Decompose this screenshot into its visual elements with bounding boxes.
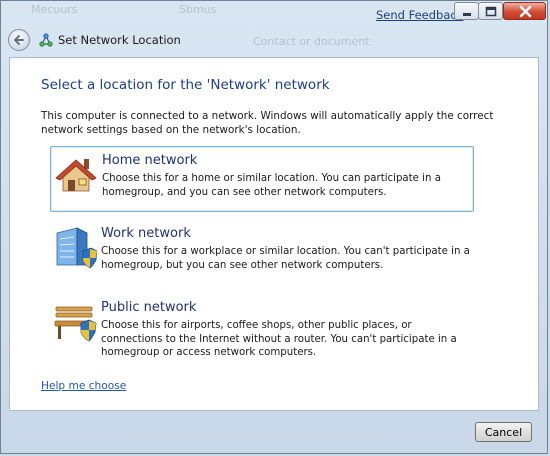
option-description: Choose this for airports, coffee shops, …: [101, 320, 457, 358]
house-icon: [55, 159, 97, 192]
public-network-option[interactable]: Public network Choose this for airports,…: [50, 294, 474, 360]
option-title: Home network: [102, 153, 198, 168]
cancel-button[interactable]: Cancel: [475, 422, 532, 442]
help-me-choose-link[interactable]: Help me choose: [41, 380, 126, 392]
park-bench-shield-icon: [54, 306, 97, 342]
work-network-option[interactable]: Work network Choose this for a workplace…: [50, 220, 474, 286]
send-feedback-link[interactable]: Send Feedback: [376, 8, 463, 22]
page-heading: Select a location for the 'Network' netw…: [41, 77, 330, 93]
office-building-shield-icon: [56, 227, 97, 269]
close-button[interactable]: [503, 2, 546, 20]
intro-text: This computer is connected to a network.…: [41, 110, 494, 136]
option-title: Work network: [101, 226, 191, 241]
back-arrow-icon: [14, 35, 24, 45]
home-network-option[interactable]: Home network Choose this for a home or s…: [50, 146, 474, 212]
content-panel: Select a location for the 'Network' netw…: [9, 57, 539, 411]
back-button[interactable]: [8, 29, 30, 51]
close-icon: [519, 5, 532, 18]
maximize-icon: [485, 6, 497, 17]
option-description: Choose this for a workplace or similar l…: [101, 246, 470, 271]
maximize-button[interactable]: [478, 2, 503, 20]
minimize-icon: [463, 13, 471, 16]
set-network-location-window: Mecuurs Sbmus Contact or document Send F…: [0, 0, 548, 454]
network-icon: [39, 33, 53, 47]
option-description: Choose this for a home or similar locati…: [102, 173, 441, 198]
minimize-button[interactable]: [454, 2, 479, 20]
window-title: Set Network Location: [58, 33, 181, 47]
option-title: Public network: [101, 300, 197, 315]
title-bar[interactable]: Send Feedback Set Network Location: [1, 1, 547, 57]
